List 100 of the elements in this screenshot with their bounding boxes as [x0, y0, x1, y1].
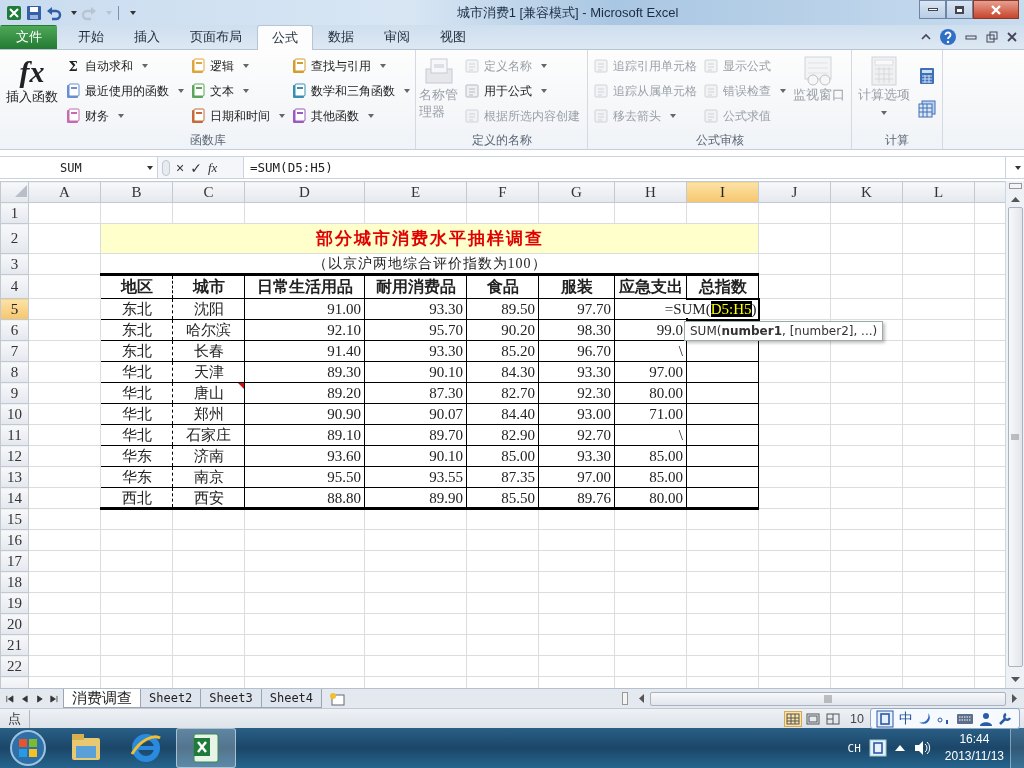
- column-header[interactable]: L: [902, 181, 975, 203]
- row-header[interactable]: 22: [0, 655, 29, 677]
- ribbon-button[interactable]: 用于公式: [461, 80, 582, 102]
- close-icon[interactable]: [1006, 31, 1018, 43]
- column-header[interactable]: A: [28, 181, 101, 203]
- ribbon-button[interactable]: 数学和三角函数: [289, 80, 412, 102]
- restore-icon[interactable]: [985, 31, 999, 43]
- row-header[interactable]: 2: [0, 223, 29, 254]
- previous-sheet-icon[interactable]: [20, 693, 29, 704]
- ribbon-tab[interactable]: 公式: [257, 25, 313, 50]
- table-button[interactable]: [917, 99, 937, 120]
- row-header[interactable]: 15: [0, 508, 29, 530]
- ribbon-button[interactable]: 财务: [63, 105, 186, 127]
- show-desktop-button[interactable]: [1010, 728, 1024, 768]
- sheet-tab[interactable]: Sheet3: [200, 689, 262, 708]
- split-handle[interactable]: [622, 692, 628, 705]
- keyboard-icon[interactable]: [956, 712, 974, 725]
- speaker-icon[interactable]: [912, 740, 931, 756]
- ribbon-button[interactable]: 最近使用的函数: [63, 80, 186, 102]
- help-icon[interactable]: [939, 28, 957, 46]
- ribbon-button[interactable]: fx 插入函数: [3, 53, 61, 108]
- sheet-tab[interactable]: 消费调查: [63, 689, 141, 708]
- ribbon-tab[interactable]: 数据: [313, 25, 369, 49]
- page-break-button[interactable]: [824, 710, 843, 727]
- column-header[interactable]: B: [100, 181, 173, 203]
- row-header[interactable]: 16: [0, 529, 29, 551]
- wrench-icon[interactable]: [998, 711, 1012, 726]
- moon-icon[interactable]: [918, 711, 932, 726]
- resize-handle[interactable]: [162, 159, 170, 176]
- cancel-button[interactable]: ×: [176, 159, 185, 176]
- start-button[interactable]: [8, 728, 48, 768]
- ribbon-tab[interactable]: 视图: [425, 25, 481, 49]
- ribbon-button[interactable]: 文本: [188, 80, 287, 102]
- column-header[interactable]: D: [244, 181, 365, 203]
- column-header[interactable]: F: [466, 181, 539, 203]
- person-icon[interactable]: [979, 711, 993, 726]
- ribbon-button[interactable]: 查找与引用: [289, 55, 412, 77]
- scroll-up-icon[interactable]: [1010, 196, 1020, 202]
- formula-input[interactable]: =SUM(D5:H5): [244, 157, 1005, 178]
- input-mode-toggle[interactable]: 中: [899, 709, 913, 728]
- column-header[interactable]: H: [614, 181, 687, 203]
- spreadsheet-icon[interactable]: [6, 4, 22, 21]
- input-method-icon[interactable]: [868, 739, 887, 757]
- row-header[interactable]: 6: [0, 319, 29, 341]
- column-header[interactable]: K: [830, 181, 903, 203]
- last-sheet-icon[interactable]: [50, 693, 58, 704]
- row-header[interactable]: 10: [0, 403, 29, 425]
- sheet-tab[interactable]: Sheet4: [260, 689, 323, 708]
- row-header[interactable]: 7: [0, 340, 29, 362]
- row-header[interactable]: 20: [0, 613, 29, 635]
- row-header[interactable]: 9: [0, 382, 29, 404]
- split-handle[interactable]: [1008, 183, 1022, 189]
- input-method-icon[interactable]: [876, 709, 894, 728]
- calculator-button[interactable]: [917, 65, 937, 86]
- ribbon-tab[interactable]: 开始: [63, 25, 119, 49]
- scroll-right-icon[interactable]: [1012, 694, 1018, 703]
- scroll-down-icon[interactable]: [1010, 677, 1020, 683]
- normal-view-button[interactable]: [784, 710, 803, 727]
- first-sheet-icon[interactable]: [6, 693, 14, 704]
- row-header[interactable]: 11: [0, 424, 29, 446]
- row-header[interactable]: 18: [0, 571, 29, 593]
- file-tab[interactable]: 文件: [0, 25, 57, 49]
- close-button[interactable]: [973, 0, 1019, 19]
- row-header[interactable]: 5: [0, 298, 29, 320]
- column-header[interactable]: E: [364, 181, 467, 203]
- sheet-tab[interactable]: Sheet2: [140, 689, 202, 708]
- column-header[interactable]: G: [538, 181, 615, 203]
- show-hidden-icons[interactable]: [894, 744, 905, 752]
- clock-time[interactable]: 16:44: [959, 731, 990, 748]
- ribbon-tab[interactable]: 审阅: [369, 25, 425, 49]
- scroll-left-icon[interactable]: [638, 694, 644, 703]
- column-header[interactable]: J: [758, 181, 831, 203]
- scrollbar-thumb[interactable]: [1007, 207, 1023, 667]
- page-layout-button[interactable]: [804, 710, 823, 727]
- clock-date[interactable]: 2013/11/13: [944, 748, 1004, 765]
- row-header[interactable]: 17: [0, 550, 29, 572]
- language-indicator[interactable]: CH: [847, 741, 861, 755]
- row-header[interactable]: 14: [0, 487, 29, 509]
- enter-button[interactable]: ✓: [190, 159, 202, 176]
- insert-function-button[interactable]: fx: [207, 159, 218, 176]
- row-header[interactable]: 21: [0, 634, 29, 656]
- ribbon-button[interactable]: 日期和时间: [188, 105, 287, 127]
- row-header[interactable]: 4: [0, 274, 29, 299]
- ribbon-button[interactable]: 逻辑: [188, 55, 287, 77]
- ribbon-button[interactable]: 其他函数: [289, 105, 412, 127]
- ribbon-tab[interactable]: 页面布局: [175, 25, 257, 49]
- row-header[interactable]: 8: [0, 361, 29, 383]
- row-header[interactable]: 1: [0, 202, 29, 224]
- taskbar-app-button[interactable]: [176, 728, 236, 768]
- undo-icon[interactable]: [46, 4, 62, 21]
- save-icon[interactable]: [26, 4, 42, 21]
- column-header[interactable]: I: [686, 181, 759, 203]
- minimize-button[interactable]: [919, 0, 946, 19]
- ribbon-button[interactable]: Σ 自动求和: [63, 55, 186, 77]
- row-header[interactable]: 19: [0, 592, 29, 614]
- scrollbar-thumb[interactable]: [650, 691, 1006, 706]
- column-header[interactable]: C: [172, 181, 245, 203]
- row-header[interactable]: 12: [0, 445, 29, 467]
- restore-button[interactable]: [946, 0, 973, 19]
- next-sheet-icon[interactable]: [35, 693, 44, 704]
